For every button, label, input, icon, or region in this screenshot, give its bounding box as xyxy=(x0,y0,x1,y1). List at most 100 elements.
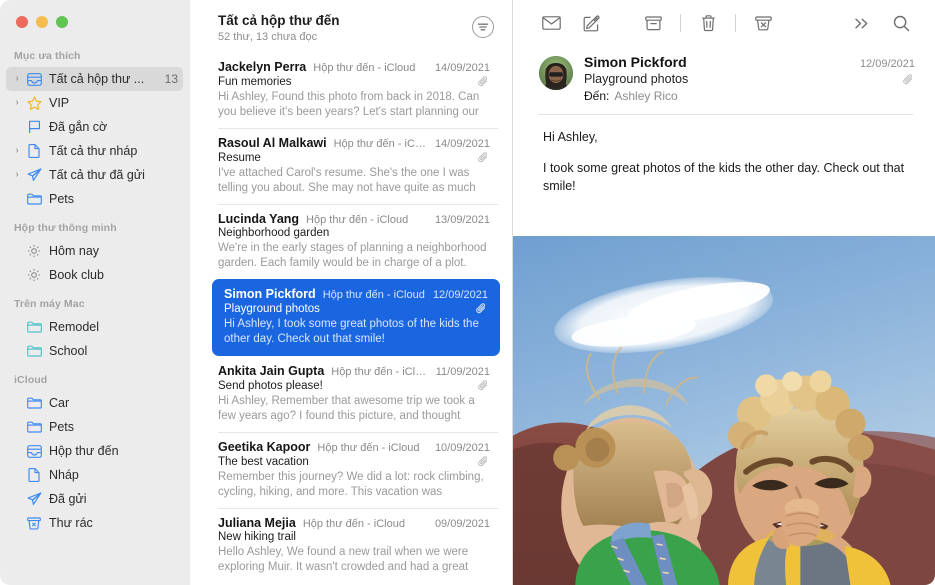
sort-filter-icon[interactable] xyxy=(472,16,494,38)
folder-icon xyxy=(24,397,44,409)
sent-icon xyxy=(24,168,44,182)
message-date: 14/09/2021 xyxy=(434,62,490,74)
minimize-button[interactable] xyxy=(36,16,48,28)
sidebar-group: Mục ưa thích › Tất cả hộp thư ... 13 › VIP Đã … xyxy=(0,50,190,211)
sidebar-item-label: Remodel xyxy=(49,320,100,334)
sidebar-item-g-i[interactable]: Đã gửi xyxy=(6,487,183,511)
gear-icon xyxy=(24,244,44,258)
sidebar-item-label: Tất cả hộp thư ... xyxy=(49,72,145,86)
sent-icon xyxy=(24,492,44,506)
chevron-right-icon[interactable]: › xyxy=(10,170,24,180)
sidebar-item-car[interactable]: Car xyxy=(6,391,183,415)
mail-window: Mục ưa thích › Tất cả hộp thư ... 13 › VIP Đã … xyxy=(0,0,935,585)
message-subject: Neighborhood garden xyxy=(218,227,330,239)
chevron-right-icon[interactable]: › xyxy=(10,146,24,156)
junk-icon[interactable] xyxy=(743,8,783,38)
sidebar-section-title: Trên máy Mac xyxy=(14,298,85,310)
sidebar-item-h-p-th-n[interactable]: Hộp thư đến xyxy=(6,439,183,463)
sidebar-item-th-r-c[interactable]: Thư rác xyxy=(6,511,183,535)
page-title: Tất cả hộp thư đến xyxy=(218,13,340,28)
reading-pane: Simon Pickford 12/09/2021 Playground pho… xyxy=(513,0,935,585)
gear-icon xyxy=(24,268,44,282)
avatar xyxy=(539,56,573,90)
sidebar-item-t-t-c-th-g-i[interactable]: › Tất cả thư đã gửi xyxy=(6,163,183,187)
message-subject: Resume xyxy=(218,151,261,164)
archive-icon[interactable] xyxy=(633,8,673,38)
folder-icon xyxy=(24,421,44,433)
sidebar-item-label: Pets xyxy=(49,420,75,434)
message-subject: Fun memories xyxy=(218,75,292,88)
sidebar-item-label: Đã gửi xyxy=(49,492,87,506)
message-list-item[interactable]: Rasoul Al Malkawi Hộp thư đến - iCl… 14/09… xyxy=(190,128,512,204)
message-subject: Send photos please! xyxy=(218,379,323,392)
sidebar-item-label: Car xyxy=(49,396,70,410)
trash-icon[interactable] xyxy=(688,8,728,38)
message-list-item[interactable]: Lucinda Yang Hộp thư đến - iCloud 13/09/20… xyxy=(190,204,512,279)
message-preview: Hello Ashley, We found a new trail when … xyxy=(218,546,469,573)
message-list[interactable]: Jackelyn Perra Hộp thư đến - iCloud 14/09/… xyxy=(190,52,512,585)
sidebar-item-label: Tất cả thư nháp xyxy=(49,144,138,158)
traffic-lights xyxy=(0,0,190,38)
close-button[interactable] xyxy=(16,16,28,28)
sidebar-list[interactable]: Mục ưa thích › Tất cả hộp thư ... 13 › VIP Đã … xyxy=(0,38,190,535)
chevron-right-icon[interactable]: › xyxy=(10,74,24,84)
sidebar-item-pets[interactable]: Pets xyxy=(6,187,183,211)
sidebar-section-title: iCloud xyxy=(14,374,48,386)
message-subject: Playground photos xyxy=(224,302,320,315)
attachment-clip-icon xyxy=(478,455,490,468)
sidebar-item-label: Tất cả thư đã gửi xyxy=(49,168,145,182)
sidebar-item-g-n-c[interactable]: Đã gắn cờ xyxy=(6,115,183,139)
star-icon xyxy=(24,96,44,110)
folder-icon xyxy=(24,321,44,333)
attachment-clip-icon xyxy=(476,302,488,315)
sidebar-item-book-club[interactable]: Book club xyxy=(6,263,183,287)
sidebar-item-label: Book club xyxy=(49,268,104,282)
sidebar-item-t-t-c-h-p-th[interactable]: › Tất cả hộp thư ... 13 xyxy=(6,67,183,91)
attachment-clip-icon xyxy=(478,151,490,164)
message-sender: Rasoul Al Malkawi xyxy=(218,136,327,150)
sidebar-item-remodel[interactable]: Remodel xyxy=(6,315,183,339)
toolbar-separator-1 xyxy=(680,14,681,32)
sidebar-section-title: Mục ưa thích xyxy=(14,50,81,62)
message-date: 12/09/2021 xyxy=(859,58,915,70)
compose-icon[interactable] xyxy=(571,8,611,38)
draft-icon xyxy=(24,144,44,158)
more-chevrons-icon[interactable] xyxy=(841,8,881,38)
message-sender: Juliana Mejia xyxy=(218,516,296,530)
inbox-icon xyxy=(24,72,44,86)
inbox-icon xyxy=(24,444,44,458)
sidebar-item-vip[interactable]: › VIP xyxy=(6,91,183,115)
message-list-item[interactable]: Juliana Mejia Hộp thư đến - iCloud 09/09/2… xyxy=(190,508,512,583)
message-list-item[interactable]: Geetika Kapoor Hộp thư đến - iCloud 10/09/… xyxy=(190,432,512,508)
search-icon[interactable] xyxy=(881,8,921,38)
sidebar-item-pets[interactable]: Pets xyxy=(6,415,183,439)
message-list-item[interactable]: Jackelyn Perra Hộp thư đến - iCloud 14/09/… xyxy=(190,52,512,128)
recipient-label: Đến: xyxy=(584,89,610,103)
message-sender: Geetika Kapoor xyxy=(218,440,311,454)
sidebar-item-nh-p[interactable]: Nháp xyxy=(6,463,183,487)
attachment-clip-icon xyxy=(478,75,490,88)
message-sender: Lucinda Yang xyxy=(218,212,300,226)
folder-icon xyxy=(24,345,44,357)
message-list-item[interactable]: Simon Pickford Hộp thư đến - iCloud 12/09/… xyxy=(212,279,500,356)
message-preview: We're in the early stages of planning a … xyxy=(218,242,487,269)
sidebar-item-school[interactable]: School xyxy=(6,339,183,363)
sidebar-group: Hộp thư thông minh Hôm nay Book club xyxy=(0,222,190,287)
message-preview: Hi Ashley, Found this photo from back in… xyxy=(218,91,480,118)
message-mailbox: Hộp thư đến - iCloud xyxy=(302,518,405,530)
message-subject: New hiking trail xyxy=(218,531,296,543)
message-list-item[interactable]: Ankita Jain Gupta Hộp thư đến - iCl… 11/09… xyxy=(190,356,512,432)
message-subject: The best vacation xyxy=(218,455,309,468)
chevron-right-icon[interactable]: › xyxy=(10,98,24,108)
message-sender: Jackelyn Perra xyxy=(218,60,307,74)
attachment-photo[interactable] xyxy=(513,236,935,585)
mark-unread-icon[interactable] xyxy=(531,8,571,38)
message-mailbox: Hộp thư đến - iCl… xyxy=(333,138,428,150)
attachment-clip-icon[interactable] xyxy=(903,73,915,86)
sidebar-item-h-m-nay[interactable]: Hôm nay xyxy=(6,239,183,263)
zoom-button[interactable] xyxy=(56,16,68,28)
junk-icon xyxy=(24,516,44,530)
sidebar-item-t-t-c-th-nh-p[interactable]: › Tất cả thư nháp xyxy=(6,139,183,163)
sidebar-group: iCloud Car Pets Hộp thư đến Nháp Đã gửi Thư rá… xyxy=(0,374,190,535)
sidebar-section-title: Hộp thư thông minh xyxy=(14,222,117,234)
